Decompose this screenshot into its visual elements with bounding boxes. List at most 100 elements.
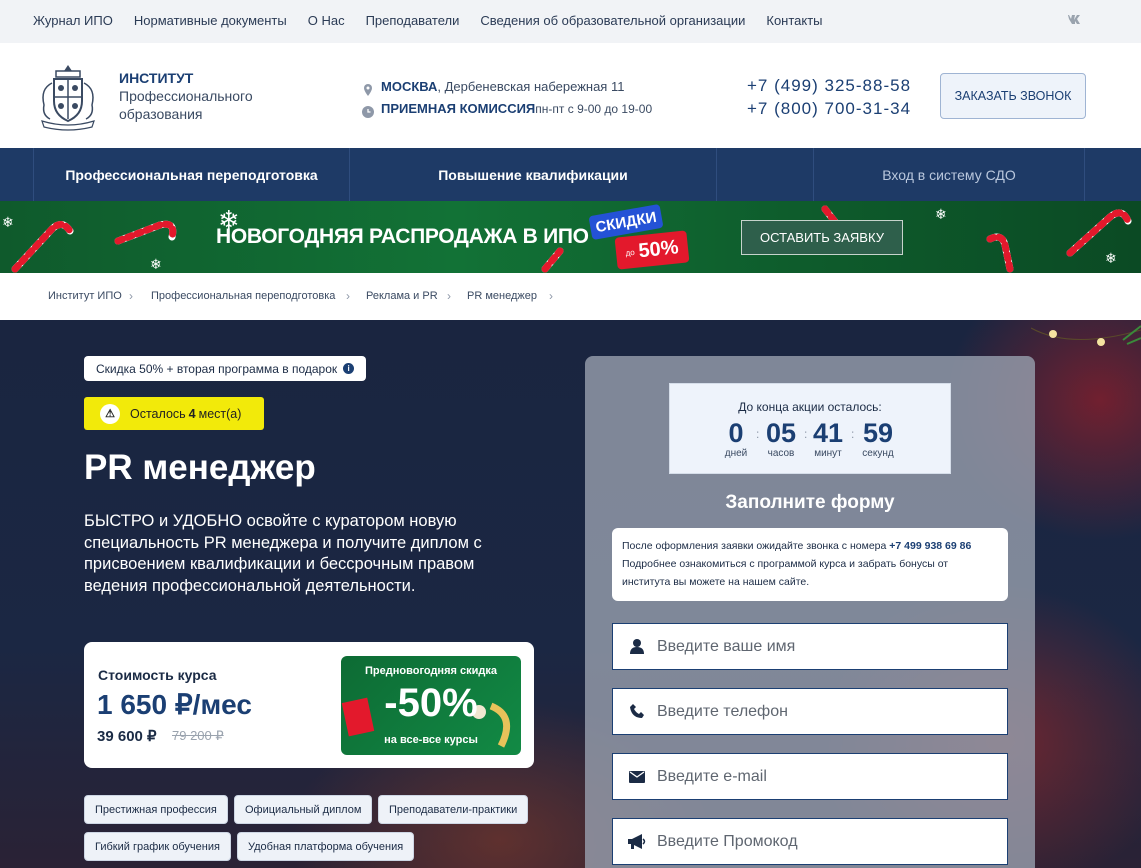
offer-pill-text: Скидка 50% + вторая программа в подарок — [96, 361, 338, 376]
location-pin-icon — [362, 81, 374, 96]
top-link-teachers[interactable]: Преподаватели — [366, 13, 460, 28]
discount-promo-card: Предновогодняя скидка -50% на все-все ку… — [341, 656, 521, 755]
top-bar: Журнал ИПО Нормативные документы О Нас П… — [0, 0, 1141, 43]
offer-pill[interactable]: Скидка 50% + вторая программа в подарок … — [84, 356, 367, 381]
breadcrumb-pr[interactable]: Реклама и PR — [366, 290, 438, 302]
phone-icon — [617, 704, 657, 719]
phone-1[interactable]: +7 (499) 325-88-58 — [747, 74, 911, 97]
name-input[interactable] — [657, 637, 987, 656]
chevron-right-icon: › — [346, 289, 350, 303]
name-field[interactable] — [612, 623, 1008, 670]
top-link-normative[interactable]: Нормативные документы — [134, 13, 287, 28]
promo-banner[interactable]: ❄ ❄ ❄ ❄ ❄ НОВОГОДНЯЯ РАСПРОДАЖА В ИПО СКИДК… — [0, 201, 1141, 273]
order-call-button[interactable]: ЗАКАЗАТЬ ЗВОНОК — [940, 73, 1086, 119]
countdown-timer: До конца акции осталось: 0 дней : 05 час… — [669, 383, 951, 474]
promo-top-text: Предновогодняя скидка — [365, 665, 497, 677]
price-label: Стоимость курса — [98, 667, 217, 683]
nav-item-lms-login[interactable]: Вход в систему СДО — [813, 148, 1085, 201]
timer-hours-value: 05 — [765, 418, 797, 448]
price-total: 39 600 ₽ — [97, 728, 157, 745]
phone-input[interactable] — [657, 702, 987, 721]
form-note: После оформления заявки ожидайте звонка … — [612, 528, 1008, 601]
warning-icon: ⚠ — [100, 403, 120, 424]
phone-2[interactable]: +7 (800) 700-31-34 — [747, 97, 911, 120]
timer-seconds-value: 59 — [862, 418, 894, 448]
svg-text:❄: ❄ — [2, 215, 14, 231]
feature-tag: Престижная профессия — [84, 795, 228, 824]
email-field[interactable] — [612, 753, 1008, 800]
svg-text:❄: ❄ — [150, 257, 162, 273]
email-input[interactable] — [657, 767, 987, 786]
timer-hours: 05 часов — [761, 418, 801, 459]
leave-request-button[interactable]: ОСТАВИТЬ ЗАЯВКУ — [741, 220, 903, 255]
nav-divider — [716, 148, 813, 201]
timer-title: До конца акции осталось: — [738, 400, 882, 414]
timer-days-label: дней — [724, 448, 748, 459]
banner-badge-value: 50% — [637, 235, 680, 262]
megaphone-icon — [617, 834, 657, 849]
address: , Дербеневская набережная 11 — [437, 79, 625, 94]
timer-days: 0 дней — [716, 418, 756, 459]
seats-prefix: Осталось — [130, 406, 186, 421]
breadcrumb-current: PR менеджер — [467, 290, 537, 302]
brand-line-1: ИНСТИТУТ — [119, 70, 194, 86]
breadcrumb-home[interactable]: Институт ИПО — [48, 290, 122, 302]
price-old: 79 200 ₽ — [172, 728, 224, 743]
institute-logo-icon[interactable] — [32, 59, 104, 131]
phones: +7 (499) 325-88-58 +7 (800) 700-31-34 — [747, 74, 911, 120]
form-note-rest: Подробнее ознакомиться с программой курс… — [622, 558, 949, 588]
form-note-prefix: После оформления заявки ожидайте звонка … — [622, 540, 890, 552]
feature-tag: Удобная платформа обучения — [237, 832, 415, 861]
top-link-journal[interactable]: Журнал ИПО — [33, 13, 113, 28]
promo-code-field[interactable] — [612, 818, 1008, 865]
promo-value: -50% — [384, 681, 478, 725]
main-nav: Профессиональная переподготовка Повышени… — [0, 148, 1141, 201]
timer-minutes-value: 41 — [812, 418, 844, 448]
user-icon — [617, 639, 657, 654]
top-link-contacts[interactable]: Контакты — [766, 13, 822, 28]
timer-separator: : — [804, 427, 808, 441]
svg-text:❄: ❄ — [935, 207, 947, 223]
admission-label: ПРИЕМНАЯ КОМИССИЯ — [381, 101, 536, 116]
brand-line-2: Профессионального — [119, 88, 253, 104]
phone-field[interactable] — [612, 688, 1008, 735]
nav-item-qualification[interactable]: Повышение квалификации — [349, 148, 716, 201]
seats-left-badge: ⚠ Осталось 4 мест(а) — [84, 397, 264, 430]
hero-section: Скидка 50% + вторая программа в подарок … — [0, 320, 1141, 868]
form-note-phone[interactable]: +7 499 938 69 86 — [889, 540, 971, 552]
banner-title: НОВОГОДНЯЯ РАСПРОДАЖА В ИПО — [216, 225, 589, 248]
svg-text:❄: ❄ — [1105, 251, 1117, 267]
clock-icon — [362, 103, 374, 118]
breadcrumb: Институт ИПО › Профессиональная переподг… — [0, 273, 1141, 320]
brand-name[interactable]: ИНСТИТУТ Профессионального образования — [119, 69, 253, 123]
brand-line-3: образования — [119, 106, 203, 122]
vk-icon[interactable] — [1066, 13, 1082, 27]
top-link-org-info[interactable]: Сведения об образовательной организации — [480, 13, 745, 28]
timer-separator: : — [851, 427, 855, 441]
timer-seconds-label: секунд — [862, 448, 894, 459]
request-form: До конца акции осталось: 0 дней : 05 час… — [585, 356, 1035, 868]
promo-code-input[interactable] — [657, 832, 987, 851]
contact-info: МОСКВА , Дербеневская набережная 11 ПРИЕ… — [362, 76, 652, 120]
seats-suffix: мест(а) — [198, 406, 242, 421]
nav-item-retraining[interactable]: Профессиональная переподготовка — [33, 148, 349, 201]
chevron-right-icon: › — [129, 289, 133, 303]
admission-hours: пн-пт с 9-00 до 19-00 — [535, 102, 653, 116]
page-title: PR менеджер — [84, 448, 316, 487]
site-header: ИНСТИТУТ Профессионального образования М… — [0, 43, 1141, 148]
info-icon[interactable]: i — [343, 363, 355, 374]
city: МОСКВА — [381, 79, 438, 94]
breadcrumb-retraining[interactable]: Профессиональная переподготовка — [151, 290, 335, 302]
form-title: Заполните форму — [725, 492, 895, 513]
timer-minutes: 41 минут — [808, 418, 848, 459]
price-card: Стоимость курса 1 650 ₽/мес 39 600 ₽ 79 … — [84, 642, 534, 768]
feature-tag: Официальный диплом — [234, 795, 373, 824]
timer-hours-label: часов — [767, 448, 795, 459]
chevron-right-icon: › — [549, 289, 553, 303]
top-link-about[interactable]: О Нас — [308, 13, 345, 28]
banner-badge-prefix: до — [625, 247, 636, 258]
promo-bottom-text: на все-все курсы — [384, 734, 478, 746]
seats-count: 4 — [188, 406, 196, 421]
timer-separator: : — [756, 427, 760, 441]
timer-minutes-label: минут — [814, 448, 842, 459]
